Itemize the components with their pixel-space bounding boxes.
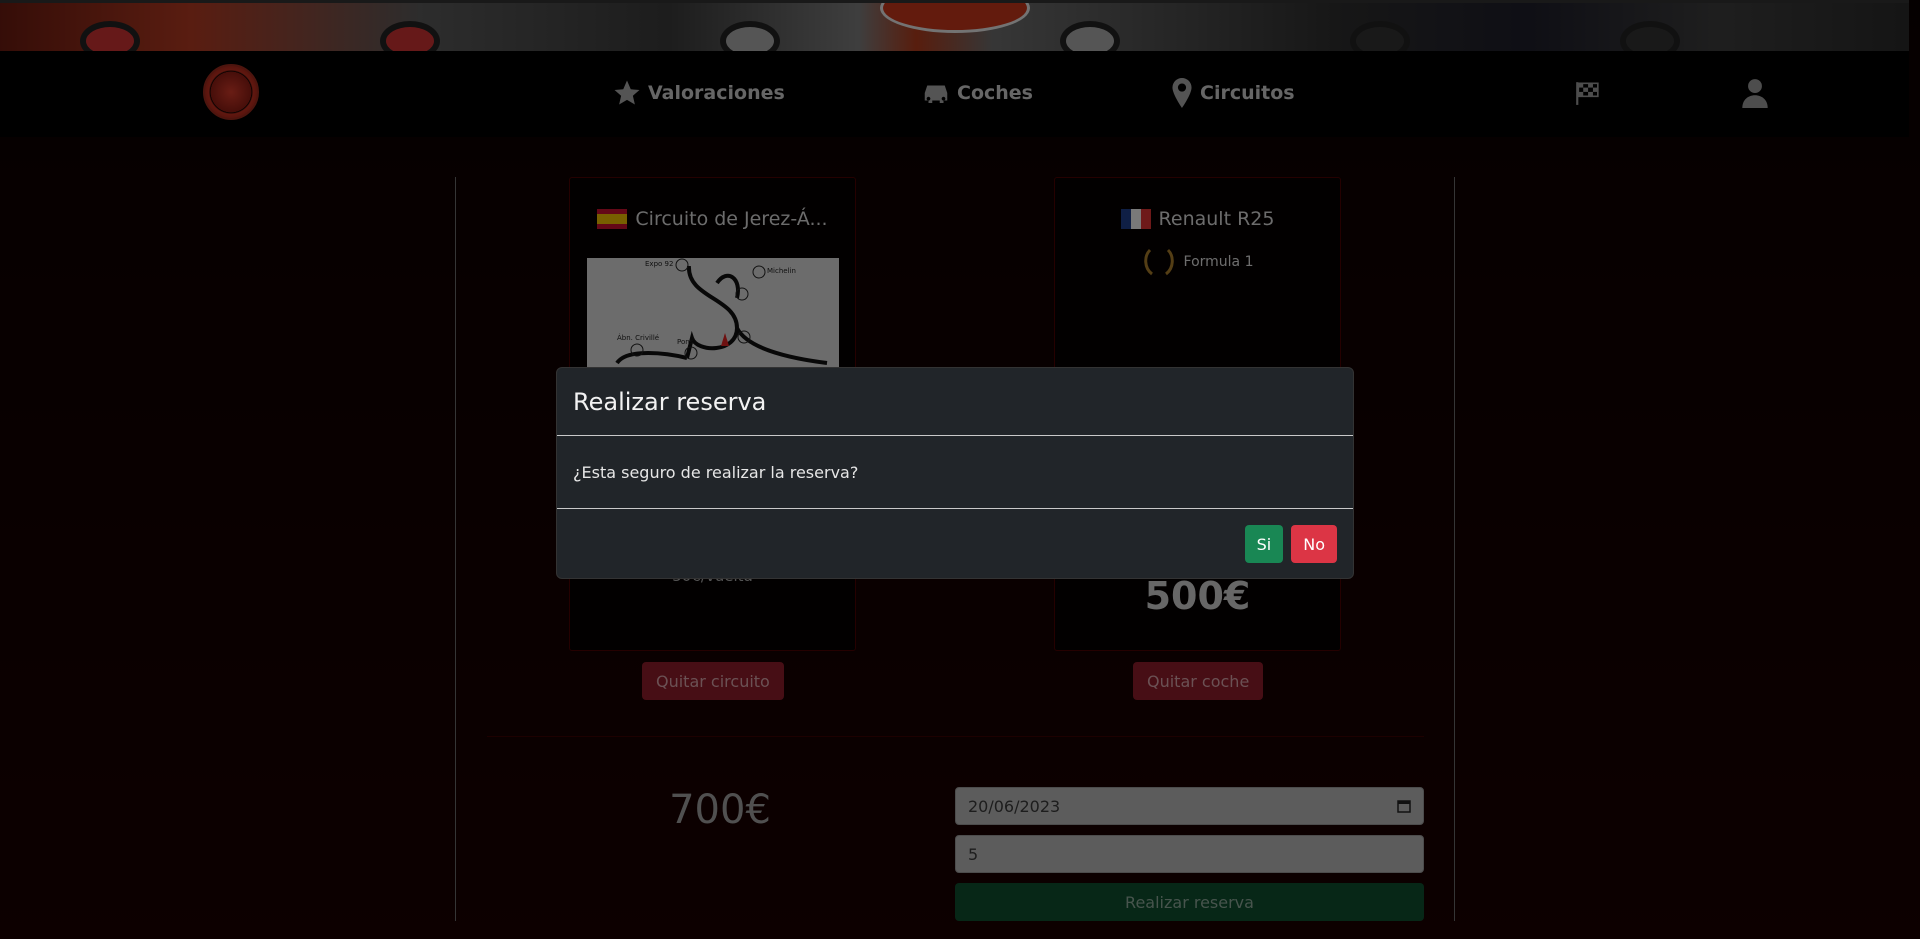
modal-title: Realizar reserva	[573, 387, 767, 416]
modal-message: ¿Esta seguro de realizar la reserva?	[573, 462, 859, 482]
modal-header: Realizar reserva	[557, 368, 1353, 436]
modal-body: ¿Esta seguro de realizar la reserva?	[557, 436, 1353, 509]
confirm-reservation-modal: Realizar reserva ¿Esta seguro de realiza…	[556, 367, 1354, 579]
modal-footer: Si No	[557, 509, 1353, 579]
confirm-yes-button[interactable]: Si	[1244, 525, 1284, 563]
confirm-no-button[interactable]: No	[1291, 525, 1337, 563]
